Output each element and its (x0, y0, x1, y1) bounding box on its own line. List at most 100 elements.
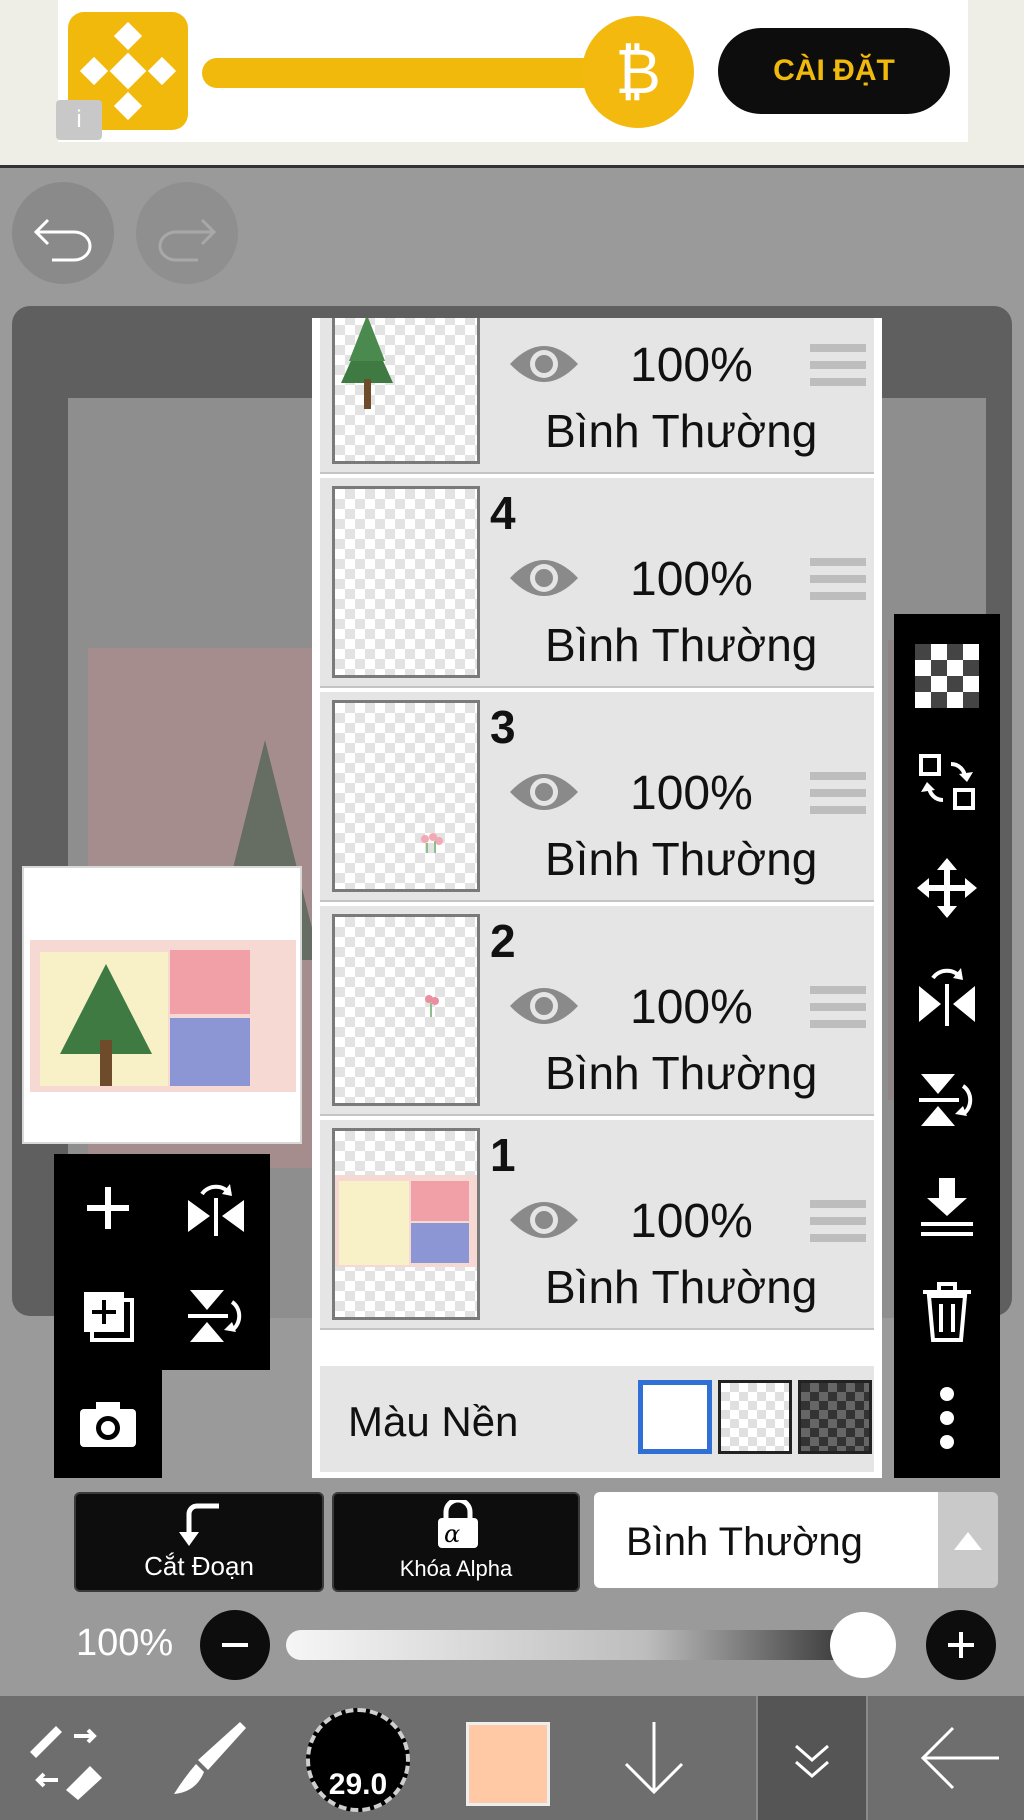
layer-opacity: 100% (630, 553, 753, 606)
alpha-lock-label: Khóa Alpha (399, 1556, 513, 1581)
add-layer-button[interactable] (54, 1154, 162, 1262)
drag-handle-icon (810, 986, 866, 1028)
opacity-decrease-button[interactable] (200, 1610, 270, 1680)
move-icon (917, 858, 977, 918)
eye-icon (510, 988, 578, 1024)
merge-down-icon (921, 1178, 973, 1236)
plus-icon (948, 1632, 974, 1658)
visibility-toggle[interactable] (506, 764, 582, 820)
duplicate-layer-button[interactable] (54, 1262, 162, 1370)
visibility-toggle[interactable] (506, 1192, 582, 1248)
brush-eraser-switch-icon (30, 1726, 102, 1800)
opacity-increase-button[interactable] (926, 1610, 996, 1680)
trash-icon (923, 1282, 971, 1342)
delete-layer-button[interactable] (894, 1260, 1000, 1364)
flip-horizontal-right-button[interactable] (894, 942, 1000, 1046)
layers-toggle-button[interactable] (756, 1696, 868, 1820)
layers-panel: 5 100% Bình Thường 4 100% Bình Thường 3 100% Bìn… (312, 318, 882, 1478)
merge-down-button[interactable] (894, 1154, 1000, 1258)
more-options-button[interactable] (894, 1366, 1000, 1470)
flip-vertical-icon (188, 1290, 242, 1342)
layer-row-1[interactable]: 1 100% Bình Thường (320, 1120, 874, 1330)
layer-blend-mode: Bình Thường (545, 1047, 818, 1099)
redo-button[interactable] (136, 182, 238, 284)
opacity-slider-track[interactable] (286, 1630, 886, 1660)
layer-thumbnail[interactable] (332, 700, 480, 892)
layer-number: 1 (490, 1129, 516, 1181)
move-button[interactable] (894, 836, 1000, 940)
ad-banner[interactable]: ₿ CÀI ĐẶT i (0, 0, 1024, 168)
background-swatch-dark[interactable] (798, 1380, 872, 1454)
background-color-row: Màu Nền (320, 1366, 874, 1472)
right-tools-panel (894, 614, 1000, 1478)
clipping-button[interactable]: Cắt Đoạn (74, 1492, 324, 1592)
visibility-toggle[interactable] (506, 336, 582, 392)
layer-down-button[interactable] (598, 1696, 710, 1820)
background-swatch-white[interactable] (638, 1380, 712, 1454)
current-color-swatch[interactable] (466, 1722, 550, 1806)
layer-blend-mode: Bình Thường (545, 405, 818, 457)
visibility-toggle[interactable] (506, 978, 582, 1034)
blend-mode-value: Bình Thường (626, 1520, 863, 1564)
layer-thumbnail[interactable] (332, 486, 480, 678)
brush-button[interactable] (152, 1696, 264, 1820)
layer-drag-handle[interactable] (810, 984, 866, 1030)
layer-thumbnail[interactable] (332, 914, 480, 1106)
layer-drag-handle[interactable] (810, 1198, 866, 1244)
layer-opacity: 100% (630, 1195, 753, 1248)
blend-mode-dropdown-button[interactable] (938, 1492, 998, 1588)
navigator-panel-pink (170, 950, 250, 1014)
layer-opacity: 100% (630, 339, 753, 392)
brush-size-value: 29.0 (328, 1768, 388, 1801)
layer-drag-handle[interactable] (810, 770, 866, 816)
duplicate-layer-icon (84, 1292, 134, 1342)
layer-row-3[interactable]: 3 100% Bình Thường (320, 692, 874, 902)
layer-number: 4 (490, 487, 516, 539)
flip-vertical-button[interactable] (162, 1262, 270, 1370)
ad-info-icon[interactable]: i (56, 100, 102, 140)
flip-horizontal-icon (188, 1184, 244, 1236)
flip-horizontal-button[interactable] (162, 1154, 270, 1262)
layer-row-5[interactable]: 5 100% Bình Thường (320, 318, 874, 474)
layer-thumbnail[interactable] (332, 318, 480, 464)
layer-thumbnail[interactable] (332, 1128, 480, 1320)
opacity-value: 100% (76, 1622, 174, 1664)
arrow-left-icon (920, 1726, 999, 1790)
camera-button[interactable] (54, 1370, 162, 1478)
layer-number: 3 (490, 701, 516, 753)
layer-thumb-tree (341, 318, 393, 409)
layer-opacity: 100% (630, 767, 753, 820)
swap-layer-icon (919, 754, 975, 810)
layer-row-4[interactable]: 4 100% Bình Thường (320, 478, 874, 688)
swap-layer-button[interactable] (894, 730, 1000, 834)
arrow-down-icon (624, 1722, 684, 1795)
layer-blend-mode: Bình Thường (545, 833, 818, 885)
layer-thumb-collage (335, 1175, 477, 1267)
flip-vertical-right-button[interactable] (894, 1048, 1000, 1152)
transparency-button[interactable] (894, 624, 1000, 728)
layer-number: 2 (490, 915, 516, 967)
brush-size-button[interactable]: 29.0 (306, 1708, 410, 1812)
alpha-symbol: α (444, 1520, 461, 1548)
back-button[interactable] (904, 1696, 1016, 1820)
background-swatch-transparent[interactable] (718, 1380, 792, 1454)
drag-handle-icon (810, 558, 866, 600)
transparency-icon (915, 644, 979, 708)
layer-tools-panel-bottom (54, 1370, 162, 1478)
blend-mode-select[interactable]: Bình Thường (594, 1492, 938, 1588)
tool-switch-button[interactable] (8, 1696, 120, 1820)
clipping-label: Cắt Đoạn (144, 1551, 254, 1581)
install-button[interactable]: CÀI ĐẶT (718, 28, 950, 114)
eye-icon (510, 1202, 578, 1238)
navigator-trunk (100, 1040, 112, 1086)
alpha-lock-button[interactable]: α Khóa Alpha (332, 1492, 580, 1592)
triangle-up-icon (954, 1532, 982, 1550)
opacity-slider-thumb[interactable] (829, 1612, 896, 1678)
layer-blend-mode: Bình Thường (545, 1261, 818, 1313)
layer-drag-handle[interactable] (810, 556, 866, 602)
visibility-toggle[interactable] (506, 550, 582, 606)
layer-row-2[interactable]: 2 100% Bình Thường (320, 906, 874, 1116)
undo-button[interactable] (12, 182, 114, 284)
layer-drag-handle[interactable] (810, 342, 866, 388)
layer-number: 5 (490, 318, 516, 326)
